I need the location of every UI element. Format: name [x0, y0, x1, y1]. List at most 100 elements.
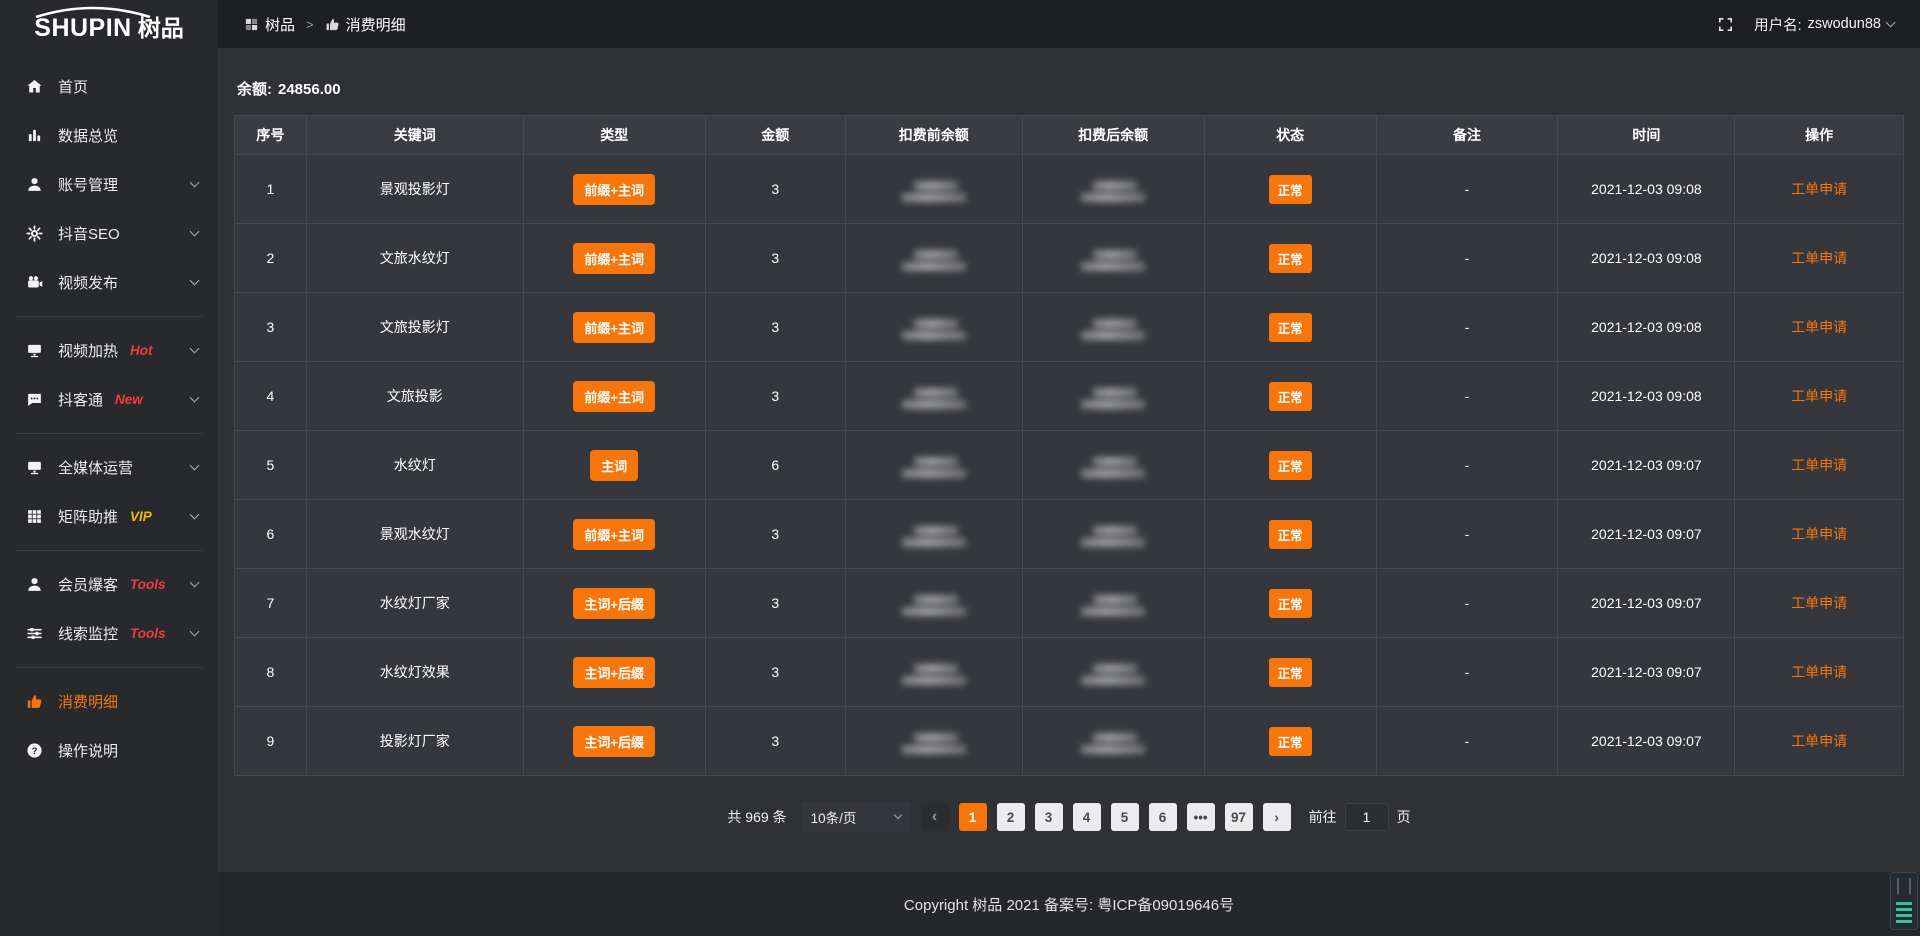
sidebar-item-member-baoke[interactable]: 会员爆客 Tools	[0, 560, 218, 609]
sidebar-item-douketong[interactable]: 抖客通New	[0, 375, 218, 424]
table-header-row: 序号关键词类型金额扣费前余额扣费后余额状态备注时间操作	[235, 116, 1904, 155]
sidebar-item-label: 抖客通	[58, 389, 103, 410]
sidebar-item-lead-monitoring[interactable]: 线索监控Tools	[0, 609, 218, 658]
page-button-5[interactable]: 5	[1111, 803, 1139, 831]
user-menu[interactable]: 用户名:zswodun88	[1754, 14, 1894, 35]
sidebar-divider	[16, 316, 202, 317]
masked-value	[1081, 526, 1145, 547]
logo-arc-icon	[34, 6, 152, 18]
logo[interactable]: SHUPIN 树品	[0, 0, 218, 48]
type-badge: 前缀+主词	[573, 381, 655, 412]
cell-balance-before	[845, 500, 1022, 569]
cell-type: 前缀+主词	[523, 224, 705, 293]
sidebar-item-all-media-operation[interactable]: 全媒体运营	[0, 443, 218, 492]
cell-index: 6	[235, 500, 307, 569]
cell-type: 前缀+主词	[523, 293, 705, 362]
sidebar-badge: Hot	[130, 343, 153, 358]
floating-widget[interactable]	[1890, 872, 1918, 930]
column-header: 备注	[1376, 116, 1558, 155]
sidebar-item-video-publish[interactable]: 视频发布	[0, 258, 218, 307]
sidebar-item-label: 抖音SEO	[58, 223, 120, 244]
page-size-select[interactable]: 10条/页	[801, 802, 911, 832]
work-order-link[interactable]: 工单申请	[1791, 388, 1847, 404]
user-icon	[26, 576, 43, 593]
page-button-6[interactable]: 6	[1149, 803, 1177, 831]
cell-status: 正常	[1204, 155, 1376, 224]
cell-keyword: 文旅投影灯	[306, 293, 523, 362]
masked-value	[902, 457, 966, 478]
chevron-down-icon	[190, 461, 200, 471]
masked-value	[1081, 457, 1145, 478]
cell-balance-before	[845, 293, 1022, 362]
work-order-link[interactable]: 工单申请	[1791, 319, 1847, 335]
sidebar-item-data-overview[interactable]: 数据总览	[0, 111, 218, 160]
column-header: 关键词	[306, 116, 523, 155]
cell-note: -	[1376, 362, 1558, 431]
sidebar-item-douyin-seo[interactable]: 抖音SEO	[0, 209, 218, 258]
goto-label: 前往	[1309, 807, 1337, 827]
sidebar-item-label: 操作说明	[58, 740, 118, 761]
breadcrumb-item[interactable]: 消费明细	[325, 14, 406, 35]
cell-keyword: 景观水纹灯	[306, 500, 523, 569]
work-order-link[interactable]: 工单申请	[1791, 664, 1847, 680]
work-order-link[interactable]: 工单申请	[1791, 457, 1847, 473]
work-order-link[interactable]: 工单申请	[1791, 181, 1847, 197]
cell-action: 工单申请	[1735, 293, 1904, 362]
cell-amount: 3	[705, 224, 845, 293]
work-order-link[interactable]: 工单申请	[1791, 733, 1847, 749]
page-button-3[interactable]: 3	[1035, 803, 1063, 831]
topbar-right: 用户名:zswodun88	[1717, 14, 1920, 35]
cell-type: 前缀+主词	[523, 500, 705, 569]
sidebar-item-home[interactable]: 首页	[0, 62, 218, 111]
column-header: 扣费前余额	[845, 116, 1022, 155]
cell-type: 主词	[523, 431, 705, 500]
cell-index: 1	[235, 155, 307, 224]
goto-page-input[interactable]	[1345, 803, 1389, 831]
page-button-1[interactable]: 1	[959, 803, 987, 831]
status-badge: 正常	[1269, 451, 1312, 480]
type-badge: 主词+后缀	[573, 657, 655, 688]
cell-status: 正常	[1204, 293, 1376, 362]
logo-text-en: SHUPIN	[34, 16, 131, 41]
prev-page-button[interactable]: ‹	[921, 803, 949, 831]
fullscreen-icon[interactable]	[1717, 16, 1734, 33]
cell-action: 工单申请	[1735, 155, 1904, 224]
thumb-icon	[26, 693, 43, 710]
sidebar-item-consumption-details[interactable]: 消费明细	[0, 677, 218, 726]
work-order-link[interactable]: 工单申请	[1791, 595, 1847, 611]
cell-balance-before	[845, 431, 1022, 500]
sidebar: 首页数据总览账号管理抖音SEO 视频发布视频加热Hot抖客通New 全媒体运营矩阵助…	[0, 48, 218, 936]
cell-keyword: 文旅水纹灯	[306, 224, 523, 293]
cell-balance-after	[1022, 638, 1204, 707]
pagination: 共 969 条 10条/页 ‹ 123456•••97 › 前往 页	[234, 802, 1904, 832]
sidebar-item-label: 会员爆客	[58, 574, 118, 595]
column-header: 类型	[523, 116, 705, 155]
sidebar-item-account-management[interactable]: 账号管理	[0, 160, 218, 209]
sidebar-item-matrix-boost[interactable]: 矩阵助推VIP	[0, 492, 218, 541]
balance-label: 余额:	[237, 81, 272, 98]
sidebar-item-instructions[interactable]: ? 操作说明	[0, 726, 218, 775]
next-page-button[interactable]: ›	[1263, 803, 1291, 831]
chart-icon	[26, 127, 43, 144]
chevron-down-icon	[190, 227, 200, 237]
sidebar-badge: Tools	[130, 577, 166, 592]
breadcrumb-item[interactable]: 树品	[244, 14, 295, 35]
page-button-4[interactable]: 4	[1073, 803, 1101, 831]
sidebar-item-video-heating[interactable]: 视频加热Hot	[0, 326, 218, 375]
status-badge: 正常	[1269, 520, 1312, 549]
cell-action: 工单申请	[1735, 569, 1904, 638]
page-button-97[interactable]: 97	[1225, 803, 1253, 831]
page-button-2[interactable]: 2	[997, 803, 1025, 831]
footer: Copyright 树品 2021 备案号: 粤ICP备09019646号	[218, 872, 1920, 936]
work-order-link[interactable]: 工单申请	[1791, 526, 1847, 542]
chevron-down-icon	[190, 178, 200, 188]
column-header: 金额	[705, 116, 845, 155]
cell-index: 2	[235, 224, 307, 293]
cell-balance-before	[845, 224, 1022, 293]
page-ellipsis-button[interactable]: •••	[1187, 803, 1215, 831]
cell-balance-before	[845, 707, 1022, 776]
svg-text:?: ?	[32, 746, 38, 757]
cell-time: 2021-12-03 09:07	[1558, 431, 1735, 500]
widget-stripes-icon	[1896, 902, 1912, 924]
work-order-link[interactable]: 工单申请	[1791, 250, 1847, 266]
